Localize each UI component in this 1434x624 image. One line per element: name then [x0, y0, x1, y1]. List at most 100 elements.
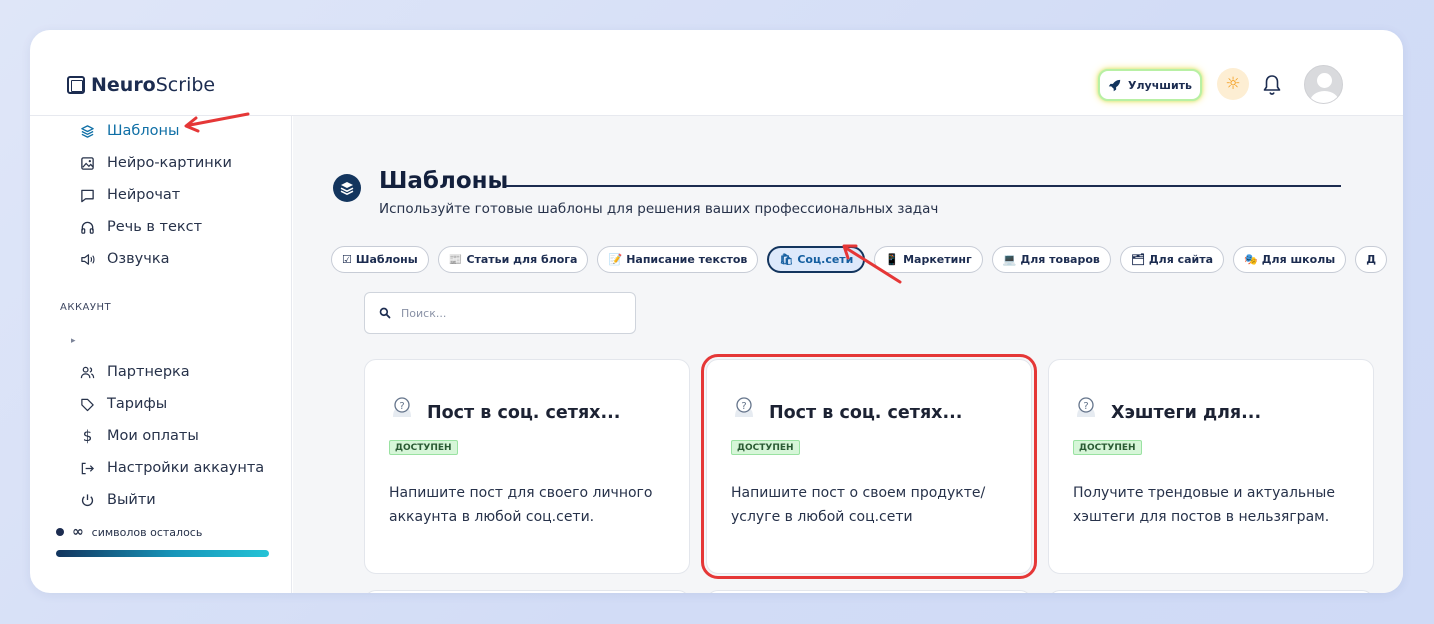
chip-label: Для товаров	[1020, 253, 1100, 266]
upgrade-label: Улучшить	[1128, 78, 1192, 92]
sidebar-item-partner[interactable]: Партнерка	[80, 361, 190, 383]
sidebar-item-label: Озвучка	[107, 251, 170, 267]
power-icon	[80, 493, 95, 508]
template-card[interactable]: ? Пост в соц. сетях... ДОСТУПЕН Напишите…	[364, 359, 690, 574]
question-bubble-icon: ?	[735, 397, 753, 417]
chip-label: Для школы	[1261, 253, 1336, 266]
question-bubble-icon: ?	[393, 397, 411, 417]
template-card-partial[interactable]	[706, 590, 1032, 593]
sidebar-item-account-settings[interactable]: Настройки аккаунта	[80, 457, 264, 479]
characters-progress-bar	[56, 550, 269, 557]
card-title: Пост в соц. сетях...	[427, 403, 621, 423]
status-badge: ДОСТУПЕН	[1073, 440, 1142, 455]
question-bubble-icon: ?	[1077, 397, 1095, 417]
svg-text:?: ?	[1083, 401, 1088, 412]
status-badge: ДОСТУПЕН	[731, 440, 800, 455]
notifications-button[interactable]	[1262, 74, 1282, 96]
theme-toggle-button[interactable]: ☼	[1217, 68, 1249, 100]
logo-icon	[67, 76, 85, 94]
chip-label: Для сайта	[1148, 253, 1214, 266]
chip-more[interactable]: Д	[1355, 246, 1388, 273]
tag-icon	[80, 397, 95, 412]
sidebar-item-templates[interactable]: Шаблоны	[80, 120, 179, 142]
chip-label: Написание текстов	[626, 253, 748, 266]
chip-for-products[interactable]: 💻 Для товаров	[991, 246, 1111, 273]
sidebar-item-label: Речь в текст	[107, 219, 203, 235]
chip-label: Д	[1366, 253, 1377, 266]
chars-label: символов осталось	[91, 525, 203, 539]
main-content: Шаблоны Используйте готовые шаблоны для …	[293, 116, 1403, 593]
newspaper-icon: 📰	[448, 253, 463, 266]
chip-writing-texts[interactable]: 📝 Написание текстов	[597, 246, 759, 273]
sidebar-item-label: Нейро-картинки	[107, 155, 232, 171]
logo-regular: Scribe	[155, 74, 216, 96]
speaker-icon	[80, 252, 95, 267]
search-icon	[379, 307, 391, 319]
account-section-label: АККАУНТ	[60, 302, 112, 313]
sidebar-item-label: Настройки аккаунта	[107, 460, 265, 476]
top-bar: NeuroScribe Улучшить ☼	[30, 30, 1403, 116]
rocket-icon	[1108, 79, 1121, 91]
sidebar-item-logout[interactable]: Выйти	[80, 489, 156, 511]
chip-for-website[interactable]: 🗂 Для сайта	[1119, 246, 1225, 273]
svg-text:?: ?	[399, 401, 404, 412]
sidebar-item-voiceover[interactable]: Озвучка	[80, 248, 169, 270]
search-box[interactable]	[364, 292, 636, 334]
search-input[interactable]	[401, 306, 601, 320]
card-description: Получите трендовые и актуальные хэштеги …	[1073, 485, 1335, 525]
caret-right-icon[interactable]: ▸	[71, 336, 76, 346]
sidebar-item-speech-to-text[interactable]: Речь в текст	[80, 216, 202, 238]
annotation-arrow-social	[842, 244, 902, 284]
chip-blog-articles[interactable]: 📰 Статьи для блога	[437, 246, 589, 273]
page-subtitle: Используйте готовые шаблоны для решения …	[379, 201, 939, 217]
svg-text:?: ?	[741, 401, 746, 412]
sidebar-item-label: Шаблоны	[107, 123, 180, 139]
page-title: Шаблоны	[379, 168, 509, 194]
characters-remaining: ∞ символов осталось	[56, 524, 202, 540]
chip-label: Маркетинг	[903, 253, 972, 266]
infinity-symbol: ∞	[72, 524, 84, 540]
upgrade-button[interactable]: Улучшить	[1098, 69, 1202, 101]
chip-label: Статьи для блога	[466, 253, 578, 266]
headphones-icon	[80, 220, 95, 235]
avatar[interactable]	[1304, 65, 1343, 104]
template-card-partial[interactable]	[1048, 590, 1374, 593]
sidebar-item-tariffs[interactable]: Тарифы	[80, 393, 167, 415]
masks-icon: 🎭	[1244, 253, 1258, 266]
logo[interactable]: NeuroScribe	[67, 74, 215, 96]
card-description: Напишите пост о своем продукте/ услуге в…	[731, 485, 986, 525]
chat-icon	[80, 188, 95, 203]
laptop-icon: 💻	[1002, 253, 1017, 266]
template-card[interactable]: ? Пост в соц. сетях... ДОСТУПЕН Напишите…	[701, 354, 1037, 579]
sidebar: Шаблоны Нейро-картинки Нейрочат Речь в т…	[30, 116, 292, 593]
sidebar-item-label: Партнерка	[107, 364, 190, 380]
memo-icon: 📝	[608, 253, 623, 266]
card-index-icon: 🗂	[1130, 253, 1145, 266]
sidebar-item-label: Нейрочат	[107, 187, 181, 203]
dollar-icon: $	[82, 427, 93, 445]
login-icon	[80, 461, 95, 476]
shopping-bags-icon: 🛍	[779, 253, 794, 266]
card-title: Хэштеги для...	[1111, 403, 1262, 423]
bell-icon	[1263, 75, 1281, 95]
card-description: Напишите пост для своего личного аккаунт…	[389, 485, 653, 525]
template-card-partial[interactable]	[364, 590, 690, 593]
chip-for-school[interactable]: 🎭 Для школы	[1233, 246, 1347, 273]
chip-templates[interactable]: ☑ Шаблоны	[331, 246, 429, 273]
sidebar-item-label: Мои оплаты	[107, 428, 199, 444]
sidebar-item-neurochat[interactable]: Нейрочат	[80, 184, 180, 206]
template-card[interactable]: ? Хэштеги для... ДОСТУПЕН Получите тренд…	[1048, 359, 1374, 574]
checkbox-icon: ☑	[342, 253, 352, 266]
sidebar-item-payments[interactable]: $ Мои оплаты	[80, 425, 199, 447]
sidebar-item-neuro-images[interactable]: Нейро-картинки	[80, 152, 232, 174]
chip-label: Шаблоны	[355, 253, 418, 266]
status-dot	[56, 528, 64, 536]
status-badge: ДОСТУПЕН	[389, 440, 458, 455]
layers-icon	[333, 174, 361, 202]
sun-icon: ☼	[1225, 74, 1241, 94]
card-title: Пост в соц. сетях...	[769, 403, 963, 423]
layers-icon	[80, 124, 95, 139]
logo-bold: Neuro	[91, 74, 156, 96]
sidebar-item-label: Тарифы	[107, 396, 168, 412]
image-icon	[80, 156, 95, 171]
